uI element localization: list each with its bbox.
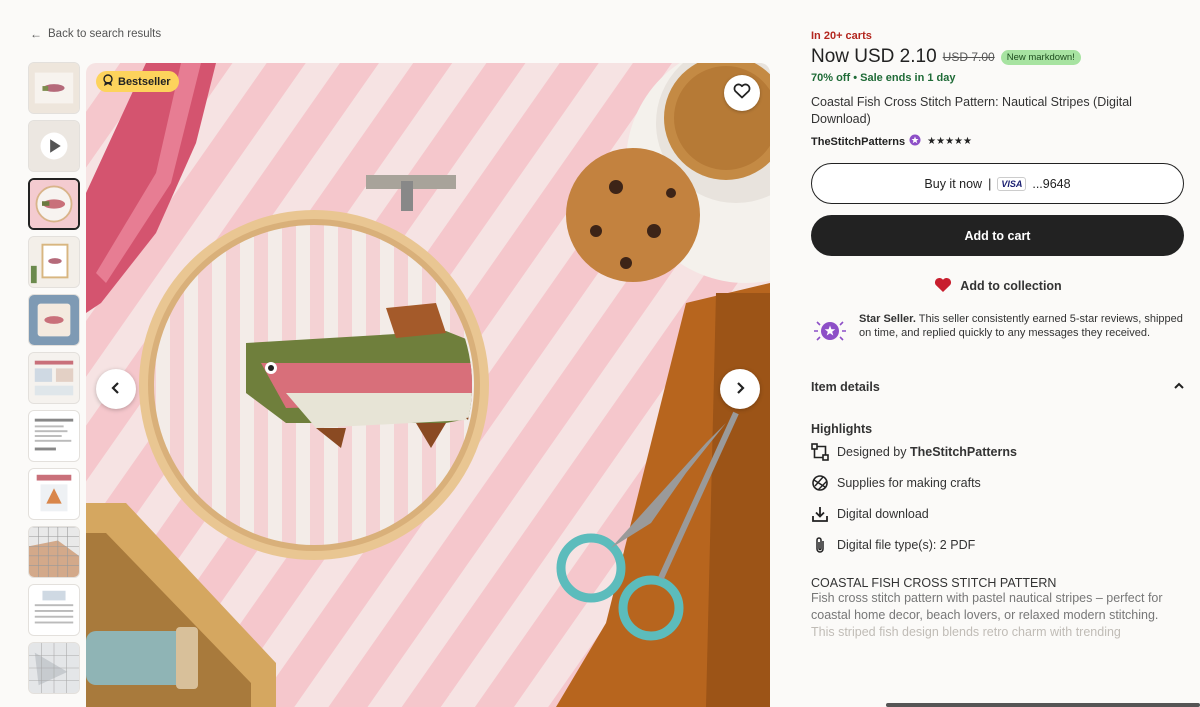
card-last4: ...9648 <box>1032 176 1071 191</box>
star-seller-badge-icon <box>909 134 921 149</box>
thumbnail-strip <box>28 62 82 694</box>
thumbnail-pattern-key[interactable] <box>28 584 80 636</box>
visa-card-icon: VISA <box>997 176 1027 191</box>
description-fade-text: This striped fish design blends retro ch… <box>811 625 1121 639</box>
highlights-heading: Highlights <box>811 422 873 436</box>
product-title: Coastal Fish Cross Stitch Pattern: Nauti… <box>811 95 1132 126</box>
digital-download-label: Digital download <box>837 506 929 521</box>
chevron-right-icon <box>734 379 746 400</box>
markdown-badge: New markdown! <box>1000 49 1081 65</box>
heart-outline-icon <box>733 83 751 104</box>
sale-info: 70% off • Sale ends in 1 day <box>811 72 1185 84</box>
item-details-heading: Item details <box>811 380 880 394</box>
download-icon <box>811 505 829 523</box>
chevron-left-icon <box>110 379 122 400</box>
highlight-digital-download: Digital download <box>811 502 1185 525</box>
thumbnail-fish-hoop[interactable] <box>28 178 80 230</box>
bestseller-badge: Bestseller <box>96 71 179 92</box>
star-seller-title: Star Seller. <box>859 313 916 325</box>
file-types-label: Digital file type(s): 2 PDF <box>837 537 976 552</box>
description-heading: COASTAL FISH CROSS STITCH PATTERN <box>811 576 1057 590</box>
favorite-button[interactable] <box>724 75 760 111</box>
product-info-panel: In 20+ carts Now USD 2.10 USD 7.00 New m… <box>811 30 1185 641</box>
current-price: Now USD 2.10 <box>811 46 937 67</box>
designed-by-shop: TheStitchPatterns <box>909 444 1017 459</box>
designer-icon <box>811 442 829 461</box>
listing-page: ← Back to search results Bestseller In 2… <box>0 0 1200 707</box>
bestseller-label: Bestseller <box>118 75 171 88</box>
thumbnail-pattern-contents[interactable] <box>28 410 80 462</box>
scrollbar-thumb[interactable] <box>886 703 1200 707</box>
thumbnail-video-preview[interactable] <box>28 120 80 172</box>
original-price: USD 7.00 <box>942 50 995 64</box>
award-icon <box>102 74 114 89</box>
item-details-header[interactable]: Item details <box>811 380 1185 394</box>
arrow-left-icon: ← <box>30 27 42 41</box>
chevron-up-icon <box>1173 380 1185 394</box>
thumbnail-framed-fish[interactable] <box>28 236 80 288</box>
thumbnail-example-fox[interactable] <box>28 468 80 520</box>
thumbnail-pattern-grid[interactable] <box>28 642 80 694</box>
add-to-cart-button[interactable]: Add to cart <box>811 215 1184 256</box>
buy-it-now-button[interactable]: Buy it now | VISA ...9648 <box>811 163 1184 204</box>
star-seller-notice: Star Seller. This seller consistently ea… <box>811 312 1185 350</box>
star-seller-icon <box>811 312 849 350</box>
thumbnail-pattern-chart[interactable] <box>28 526 80 578</box>
rating-stars[interactable]: ★★★★★ <box>927 136 972 147</box>
highlight-file-types: Digital file type(s): 2 PDF <box>811 533 1185 556</box>
divider: | <box>988 176 992 191</box>
thumbnail-pattern-info[interactable] <box>28 352 80 404</box>
previous-image-button[interactable] <box>96 369 136 409</box>
back-to-search-link[interactable]: ← Back to search results <box>30 27 161 41</box>
next-image-button[interactable] <box>720 369 760 409</box>
designed-by-prefix: Designed by <box>837 444 907 459</box>
thumbnail-fish-pattern-hands[interactable] <box>28 62 80 114</box>
shop-name-link[interactable]: TheStitchPatterns <box>811 136 905 148</box>
highlight-designed-by: Designed by TheStitchPatterns <box>811 440 1185 463</box>
back-link-label: Back to search results <box>48 28 162 40</box>
star-seller-text: Star Seller. This seller consistently ea… <box>859 312 1185 340</box>
in-carts-notice: In 20+ carts <box>811 30 872 42</box>
highlight-supplies: Supplies for making crafts <box>811 471 1185 494</box>
product-photo <box>86 63 770 707</box>
add-to-collection-label: Add to collection <box>960 279 1062 293</box>
paperclip-icon <box>811 536 829 554</box>
description-text: Fish cross stitch pattern with pastel na… <box>811 591 1163 622</box>
buy-now-label: Buy it now <box>924 176 983 191</box>
yarn-icon <box>811 474 829 492</box>
heart-filled-icon <box>934 277 952 296</box>
sale-ends-label: Sale ends in 1 day <box>860 72 956 84</box>
main-product-image: Bestseller <box>86 63 770 707</box>
designed-by-label: Designed by TheStitchPatterns <box>837 445 1017 459</box>
thumbnail-fish-pillow[interactable] <box>28 294 80 346</box>
discount-label: 70% off <box>811 72 851 84</box>
price-row: Now USD 2.10 USD 7.00 New markdown! <box>811 46 1185 68</box>
supplies-label: Supplies for making crafts <box>837 475 981 490</box>
add-to-collection-button[interactable]: Add to collection <box>811 266 1185 306</box>
shop-row: TheStitchPatterns ★★★★★ <box>811 134 1185 149</box>
